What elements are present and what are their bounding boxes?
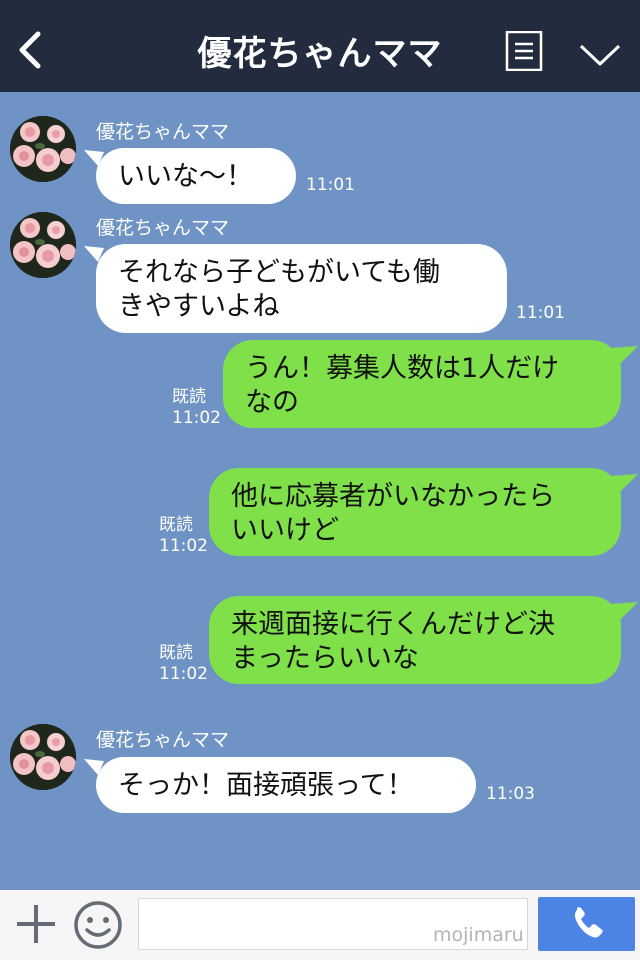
plus-icon <box>17 905 55 943</box>
message-time: 11:01 <box>516 303 565 323</box>
message-text-line: 来週面接に行くんだけど決 <box>231 609 555 640</box>
message-bubble[interactable]: うん！募集人数は1人だけ なの <box>223 340 621 428</box>
watermark-text: mojimaru <box>433 924 524 946</box>
sender-name: 優花ちゃんママ <box>96 121 230 143</box>
read-label: 既読 <box>172 387 206 407</box>
message-text-line: 他に応募者がいなかったら <box>231 481 555 512</box>
avatar[interactable] <box>10 724 76 790</box>
message-time: 11:01 <box>306 175 355 195</box>
call-button[interactable] <box>538 897 635 951</box>
message-bubble[interactable]: 来週面接に行くんだけど決 まったらいいな <box>209 596 621 684</box>
smiley-icon <box>74 901 122 949</box>
read-label: 既読 <box>159 643 193 663</box>
message-bubble[interactable]: それなら子どもがいても働 きやすいよね <box>96 244 507 333</box>
chevron-down-icon <box>579 44 621 66</box>
phone-icon <box>575 907 603 938</box>
message-text-line: きやすいよね <box>118 291 280 322</box>
message-time: 11:02 <box>159 664 208 684</box>
list-icon <box>505 30 543 72</box>
message-text: いいな〜！ <box>118 161 253 192</box>
menu-button[interactable] <box>505 30 543 72</box>
sender-name: 優花ちゃんママ <box>96 729 230 751</box>
read-label: 既読 <box>159 515 193 535</box>
message-time: 11:02 <box>159 536 208 556</box>
message-text-line: いいけど <box>231 515 339 546</box>
bubble-tail <box>612 474 638 492</box>
message-text: そっか！面接頑張って！ <box>118 770 414 801</box>
read-receipt: 既読 11:02 <box>172 387 221 429</box>
message-time: 11:03 <box>486 784 535 804</box>
message-text-line: なの <box>245 387 299 418</box>
message-time: 11:02 <box>172 408 221 428</box>
message-bubble[interactable]: 他に応募者がいなかったら いいけど <box>209 468 621 556</box>
sender-name: 優花ちゃんママ <box>96 217 230 239</box>
avatar[interactable] <box>10 116 76 182</box>
message-bubble[interactable]: いいな〜！ <box>96 148 296 204</box>
message-text-line: うん！募集人数は1人だけ <box>245 353 560 384</box>
avatar[interactable] <box>10 212 76 278</box>
bubble-tail <box>612 346 638 364</box>
message-bubble[interactable]: そっか！面接頑張って！ <box>96 757 476 813</box>
chat-header: 優花ちゃんママ <box>0 0 640 92</box>
add-button[interactable] <box>14 902 58 946</box>
chat-title: 優花ちゃんママ <box>197 34 443 74</box>
read-receipt: 既読 11:02 <box>159 643 208 685</box>
message-text-line: それなら子どもがいても働 <box>118 257 440 288</box>
bubble-tail <box>612 602 638 620</box>
emoji-button[interactable] <box>73 900 123 950</box>
collapse-button[interactable] <box>578 40 622 70</box>
read-receipt: 既読 11:02 <box>159 515 208 557</box>
message-text-line: まったらいいな <box>231 643 419 674</box>
rose-avatar-icon <box>10 116 76 182</box>
rose-avatar-icon <box>10 212 76 278</box>
rose-avatar-icon <box>10 724 76 790</box>
